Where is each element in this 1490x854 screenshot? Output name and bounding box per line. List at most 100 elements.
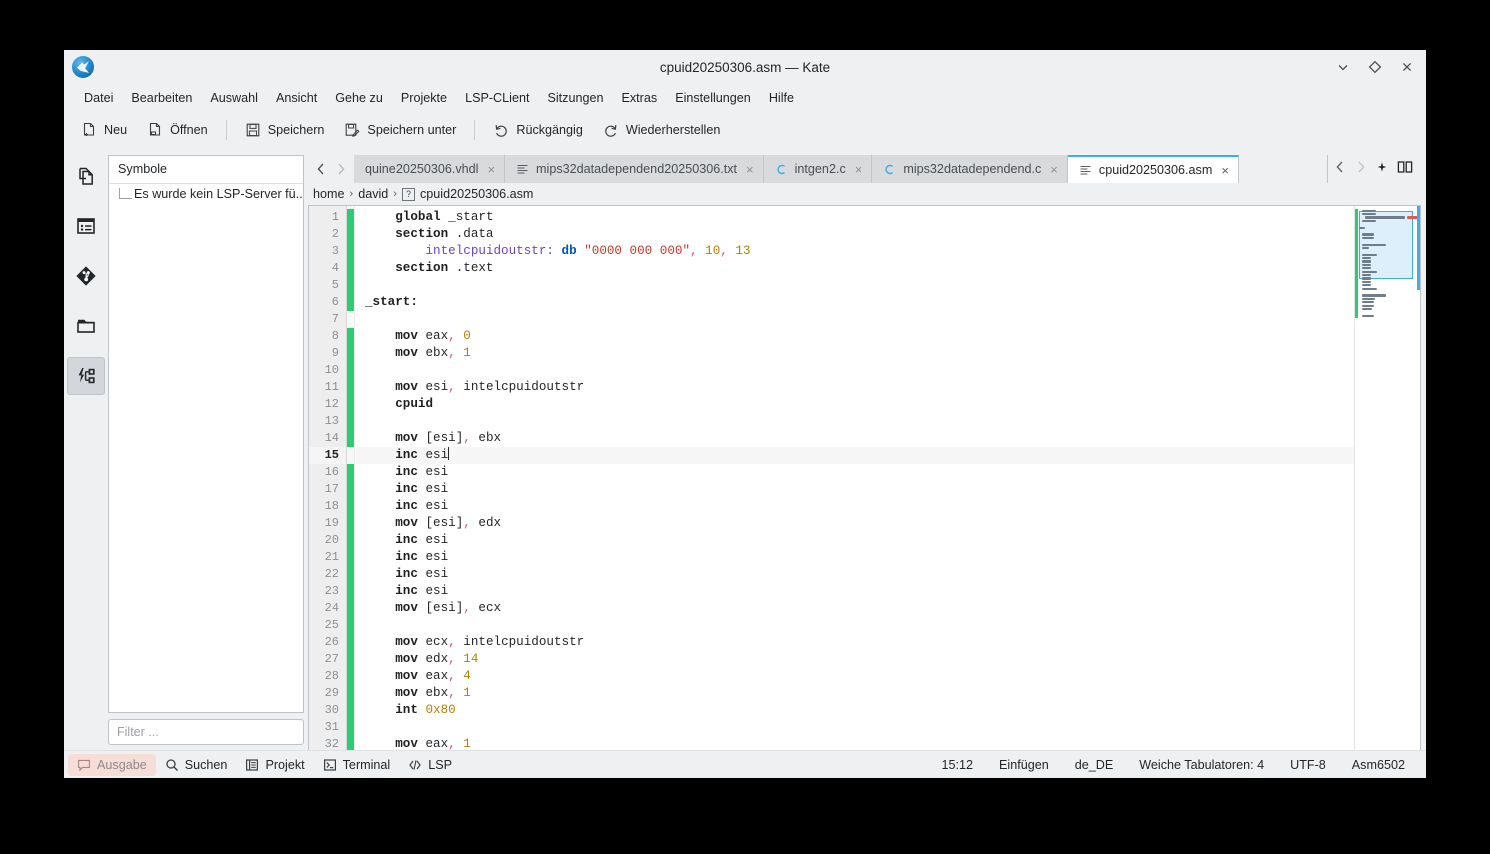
- symbols-message-row[interactable]: Es wurde kein LSP-Server fü...: [109, 184, 303, 204]
- code-line[interactable]: mov ecx, intelcpuidoutstr: [355, 634, 1354, 651]
- menu-extras[interactable]: Extras: [612, 87, 666, 109]
- tab-close-icon[interactable]: ×: [853, 163, 863, 176]
- tab-close-icon[interactable]: ×: [1048, 163, 1058, 176]
- close-icon[interactable]: [1398, 58, 1416, 76]
- rail-item-filesystem[interactable]: [67, 307, 105, 345]
- tab-mips32datadependend-c[interactable]: mips32datadependend.c ×: [872, 155, 1068, 183]
- symbols-filter-input[interactable]: [108, 719, 304, 745]
- code-line[interactable]: section .data: [355, 226, 1354, 243]
- menu-sitzungen[interactable]: Sitzungen: [538, 87, 612, 109]
- code-line[interactable]: [355, 277, 1354, 294]
- code-line[interactable]: _start:: [355, 294, 1354, 311]
- code-line[interactable]: mov [esi], edx: [355, 515, 1354, 532]
- code-line[interactable]: inc esi: [355, 498, 1354, 515]
- code-line[interactable]: [355, 413, 1354, 430]
- breadcrumb-filename[interactable]: cpuid20250306.asm: [420, 187, 533, 201]
- line-modified-mark: [347, 362, 354, 379]
- tab-next-icon[interactable]: [1355, 160, 1367, 179]
- menu-lsp-client[interactable]: LSP-CLient: [456, 87, 538, 109]
- save-as-button-label: Speichern unter: [367, 123, 456, 137]
- tab-close-icon[interactable]: ×: [744, 163, 754, 176]
- code-line[interactable]: [355, 311, 1354, 328]
- menu-projekte[interactable]: Projekte: [392, 87, 456, 109]
- split-view-icon[interactable]: [1397, 160, 1413, 179]
- minimap[interactable]: [1354, 206, 1420, 750]
- code-line[interactable]: mov [esi], ebx: [355, 430, 1354, 447]
- highlight-mode[interactable]: Asm6502: [1339, 758, 1418, 772]
- save-as-button[interactable]: Speichern unter: [335, 117, 465, 143]
- code-token: ,: [448, 346, 456, 360]
- menu-einstellungen[interactable]: Einstellungen: [666, 87, 760, 109]
- tab-prev-icon[interactable]: [1334, 160, 1346, 179]
- code-line[interactable]: intelcpuidoutstr: db "0000 000 000", 10,…: [355, 243, 1354, 260]
- save-button[interactable]: Speichern: [236, 117, 334, 143]
- code-line[interactable]: inc esi: [355, 549, 1354, 566]
- chevron-left-icon[interactable]: [312, 158, 330, 180]
- code-line[interactable]: section .text: [355, 260, 1354, 277]
- menu-bearbeiten[interactable]: Bearbeiten: [122, 87, 201, 109]
- tab-setting[interactable]: Weiche Tabulatoren: 4: [1126, 758, 1277, 772]
- minimize-icon[interactable]: [1334, 58, 1352, 76]
- rail-item-git[interactable]: [67, 257, 105, 295]
- maximize-icon[interactable]: [1366, 58, 1384, 76]
- tab-mips32datadependend20250306-txt[interactable]: mips32datadependend20250306.txt ×: [505, 155, 764, 183]
- code-editor[interactable]: 1234567891011121314151617181920212223242…: [308, 205, 1421, 750]
- status-ausgabe-button[interactable]: Ausgabe: [68, 754, 156, 776]
- code-line[interactable]: mov ebx, 1: [355, 345, 1354, 362]
- rail-item-documents[interactable]: [67, 157, 105, 195]
- code-line[interactable]: global _start: [355, 209, 1354, 226]
- code-line[interactable]: cpuid: [355, 396, 1354, 413]
- language[interactable]: de_DE: [1062, 758, 1127, 772]
- code-line[interactable]: mov ebx, 1: [355, 685, 1354, 702]
- code-line[interactable]: [355, 362, 1354, 379]
- breadcrumb-david[interactable]: david: [358, 187, 388, 201]
- rail-item-symbols[interactable]: [67, 207, 105, 245]
- vertical-scrollbar[interactable]: [1417, 206, 1420, 750]
- menu-auswahl[interactable]: Auswahl: [201, 87, 267, 109]
- code-line[interactable]: inc esi: [355, 481, 1354, 498]
- undo-button[interactable]: Rückgängig: [484, 117, 592, 143]
- code-line[interactable]: mov esi, intelcpuidoutstr: [355, 379, 1354, 396]
- menu-hilfe[interactable]: Hilfe: [760, 87, 803, 109]
- chevron-right-icon[interactable]: [332, 158, 350, 180]
- status-projekt-button[interactable]: Projekt: [236, 754, 313, 776]
- code-line[interactable]: inc esi: [355, 566, 1354, 583]
- tab-label: mips32datadependend20250306.txt: [536, 162, 737, 176]
- code-line[interactable]: [355, 617, 1354, 634]
- tab-close-icon[interactable]: ×: [1219, 164, 1229, 177]
- code-line[interactable]: inc esi: [355, 464, 1354, 481]
- redo-button[interactable]: Wiederherstellen: [594, 117, 730, 143]
- code-line[interactable]: inc esi: [355, 532, 1354, 549]
- menu-datei[interactable]: Datei: [75, 87, 122, 109]
- code-line[interactable]: mov [esi], ecx: [355, 600, 1354, 617]
- code-text-area[interactable]: global _start section .data intelcpuidou…: [355, 206, 1354, 750]
- tab-intgen2-c[interactable]: intgen2.c ×: [764, 155, 873, 183]
- tab-cpuid20250306-asm[interactable]: cpuid20250306.asm ×: [1068, 155, 1239, 183]
- new-button[interactable]: Neu: [72, 117, 136, 143]
- code-line[interactable]: int 0x80: [355, 702, 1354, 719]
- code-line[interactable]: mov edx, 14: [355, 651, 1354, 668]
- menu-gehe-zu[interactable]: Gehe zu: [326, 87, 392, 109]
- sparkle-icon[interactable]: [1376, 160, 1388, 179]
- cursor-position[interactable]: 15:12: [928, 758, 986, 772]
- rail-item-lsp[interactable]: [67, 357, 105, 395]
- code-line[interactable]: inc esi: [355, 447, 1354, 464]
- code-token: ebx: [418, 686, 448, 700]
- breadcrumb-home[interactable]: home: [313, 187, 345, 201]
- encoding[interactable]: UTF-8: [1277, 758, 1339, 772]
- tab-close-icon[interactable]: ×: [485, 163, 495, 176]
- code-line[interactable]: mov eax, 0: [355, 328, 1354, 345]
- undo-button-label: Rückgängig: [516, 123, 583, 137]
- code-line[interactable]: [355, 719, 1354, 736]
- tab-quine20250306-vhdl[interactable]: quine20250306.vhdl ×: [354, 155, 505, 183]
- insert-mode[interactable]: Einfügen: [986, 758, 1062, 772]
- status-terminal-button[interactable]: Terminal: [314, 754, 400, 776]
- status-suchen-button[interactable]: Suchen: [156, 754, 237, 776]
- code-line[interactable]: mov eax, 1: [355, 736, 1354, 750]
- menu-ansicht[interactable]: Ansicht: [267, 87, 326, 109]
- code-line[interactable]: mov eax, 4: [355, 668, 1354, 685]
- scrollbar-thumb[interactable]: [1417, 206, 1420, 290]
- open-button[interactable]: Öffnen: [138, 117, 217, 143]
- code-line[interactable]: inc esi: [355, 583, 1354, 600]
- status-lsp-button[interactable]: LSP: [399, 754, 461, 776]
